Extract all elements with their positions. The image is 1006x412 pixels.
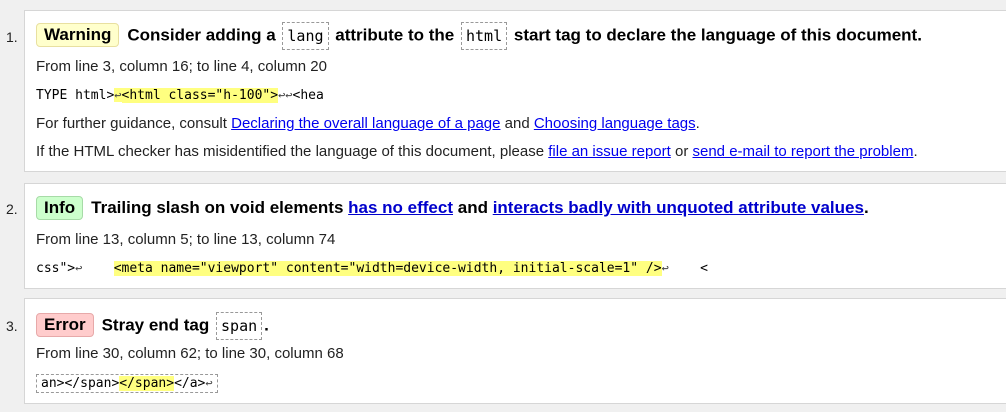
line-feed-icon: ↩	[114, 88, 122, 102]
extract-text	[82, 261, 113, 276]
title-text: Trailing slash on void elements	[91, 198, 344, 217]
info-badge: Info	[36, 196, 84, 220]
message-title: Warning Consider adding a lang attribute …	[36, 22, 922, 50]
location-text: From line 13, column 5; to line 13, colu…	[36, 231, 336, 248]
guidance-text: For further guidance, consult	[36, 115, 227, 132]
message-title: Error Stray end tag span.	[36, 312, 269, 340]
extract-highlight: <html class="h-100">	[121, 88, 279, 103]
extract-text: an></span>	[41, 376, 120, 391]
send-email-link[interactable]: send e-mail to report the problem	[693, 143, 914, 160]
interacts-badly-link[interactable]: interacts badly with unquoted attribute …	[493, 198, 864, 217]
extract-highlight: </span>	[119, 376, 175, 391]
title-text: Consider adding a	[127, 25, 276, 45]
misidentified-text: If the HTML checker has misidentified th…	[36, 143, 545, 160]
message-warning: Warning Consider adding a lang attribute …	[24, 10, 1006, 172]
guidance-paragraph: For further guidance, consult Declaring …	[36, 115, 700, 132]
line-feed-icon: ↩	[661, 261, 669, 275]
extract-highlight: <meta name="viewport" content="width=dev…	[113, 261, 662, 276]
extract-text: </a>	[174, 376, 206, 391]
extract-text: <hea	[292, 88, 324, 103]
message-error: Error Stray end tag span. From line 30, c…	[24, 298, 1006, 404]
message-list: 1. Warning Consider adding a lang attribu…	[0, 0, 1006, 412]
message-title: Info Trailing slash on void elements has …	[36, 196, 869, 220]
choosing-language-tags-link[interactable]: Choosing language tags	[534, 115, 696, 132]
has-no-effect-link[interactable]: has no effect	[348, 198, 453, 217]
title-text: Stray end tag	[101, 315, 210, 335]
location-text: From line 30, column 62; to line 30, col…	[36, 345, 344, 362]
misidentified-paragraph: If the HTML checker has misidentified th…	[36, 143, 918, 160]
file-issue-link[interactable]: file an issue report	[548, 143, 671, 160]
extract-text: <	[668, 261, 708, 276]
title-text: and	[457, 198, 488, 217]
message-number: 1.	[6, 29, 18, 45]
guidance-text: and	[504, 115, 530, 132]
warning-badge: Warning	[36, 23, 120, 48]
source-extract: css"> ↩ <meta name="viewport" content="wi…	[36, 261, 708, 276]
message-number: 2.	[6, 201, 18, 217]
guidance-text: .	[695, 115, 700, 132]
title-text: .	[863, 198, 869, 217]
code-html: html	[461, 22, 508, 50]
extract-text: css">	[36, 261, 76, 276]
line-feed-icon: ↩↩	[278, 88, 293, 102]
misidentified-text: .	[913, 143, 918, 160]
title-text: .	[264, 315, 269, 335]
extract-text: TYPE html>	[36, 88, 115, 103]
code-span: span	[216, 312, 263, 340]
declaring-language-link[interactable]: Declaring the overall language of a page	[231, 115, 500, 132]
source-extract: an></span></span></a>↩	[36, 374, 218, 393]
title-text: start tag to declare the language of thi…	[513, 25, 922, 45]
misidentified-text: or	[674, 143, 689, 160]
message-number: 3.	[6, 318, 18, 334]
title-text: attribute to the	[335, 25, 455, 45]
code-lang: lang	[282, 22, 329, 50]
line-feed-icon: ↩	[205, 376, 213, 390]
message-info: Info Trailing slash on void elements has …	[24, 183, 1006, 289]
error-badge: Error	[36, 313, 94, 338]
location-text: From line 3, column 16; to line 4, colum…	[36, 58, 327, 75]
source-extract: TYPE html>↩<html class="h-100">↩↩<hea	[36, 88, 324, 103]
